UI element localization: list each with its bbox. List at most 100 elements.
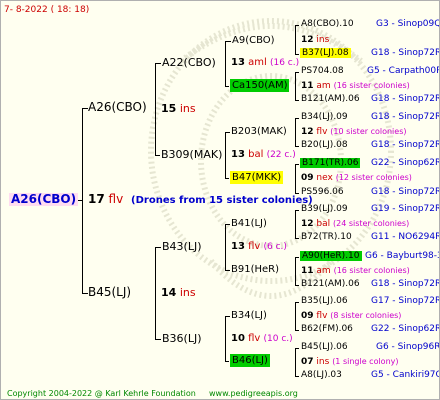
connector [295, 25, 296, 54]
gen4-note: (8 sister colonies) [330, 311, 402, 320]
connector [295, 25, 299, 26]
gen4-name: B171(TR).06 [300, 158, 361, 168]
gen3-name[interactable]: B91(HeR) [231, 263, 279, 276]
gen3-name[interactable]: B34(LJ) [231, 309, 267, 322]
gen3-note: (22 c.) [266, 150, 296, 160]
gen4-abbr: ins [316, 357, 330, 367]
connector [295, 100, 299, 101]
connector [295, 164, 299, 165]
gen4-line-link[interactable]: G3 - Sinop09Q [376, 18, 439, 31]
gen4-count: 12 [301, 35, 314, 45]
gen4-line-link[interactable]: G18 - Sinop72R [371, 139, 439, 152]
sire-name[interactable]: B45(LJ) [88, 286, 131, 299]
gen4-queen-row[interactable]: PS704.08 [301, 65, 344, 78]
connector [225, 41, 231, 42]
gen4-name: B39(LJ).09 [301, 204, 348, 214]
gen4-queen-row[interactable]: B39(LJ).09 [301, 203, 348, 216]
gen4-line-link[interactable]: G18 - Sinop72R [371, 93, 439, 106]
connector [295, 348, 299, 349]
gen4-name: PS596.06 [301, 187, 344, 197]
gen4-line-link[interactable]: G22 - Sinop62R [371, 157, 439, 170]
gen3-count: 10 [231, 333, 245, 344]
gen4-queen-row[interactable]: PS596.06 [301, 186, 344, 199]
connector [295, 348, 296, 376]
gen3-name[interactable]: B203(MAK) [231, 125, 287, 138]
gen4-drone-info: 11 am (16 sister colonies) [301, 264, 410, 278]
gen4-queen-row[interactable]: B45(LJ).06 [301, 341, 348, 354]
gen4-queen-row[interactable]: B34(LJ).09 [301, 111, 348, 124]
gen4-count: 09 [301, 173, 314, 183]
gen3-note: (6 c.) [263, 242, 287, 252]
gen4-line-link[interactable]: G18 - Sinop72R [371, 278, 439, 291]
gen4-line-link[interactable]: G6 - Sinop96R [376, 341, 439, 354]
connector [225, 41, 226, 86]
connector [295, 257, 296, 285]
gen3-name[interactable]: B46(LJ) [230, 354, 270, 367]
connector [295, 285, 299, 286]
gen3-name[interactable]: Ca150(AM) [230, 79, 290, 92]
connector [155, 247, 161, 248]
gen4-line-link[interactable]: G6 - Bayburt98-3 [365, 250, 439, 263]
gen4-line-link[interactable]: G11 - NO6294R [371, 231, 439, 244]
connector [225, 178, 229, 179]
gen4-queen-row[interactable]: B72(TR).10 [301, 231, 352, 244]
gen4-name: B35(LJ).06 [301, 296, 348, 306]
gen4-line-link[interactable]: G5 - Carpath00R [367, 65, 439, 78]
gen2-name[interactable]: B43(LJ) [162, 240, 202, 253]
gen3-name[interactable]: A9(CBO) [232, 34, 275, 47]
sire-abbr: ins [179, 286, 196, 299]
connector [295, 118, 299, 119]
gen4-drone-info: 09 flv (8 sister colonies) [301, 309, 401, 323]
gen4-name: B121(AM).06 [301, 94, 360, 104]
gen4-queen-row[interactable]: B121(AM).06 [301, 93, 360, 106]
connector [225, 316, 226, 361]
gen4-note: (10 sister colonies) [330, 127, 407, 136]
gen4-queen-row[interactable]: B62(FM).06 [301, 323, 353, 336]
gen4-drone-info: 12 ins [301, 33, 329, 47]
connector [82, 108, 83, 293]
gen4-line-link[interactable]: G18 - Sinop72R [371, 111, 439, 124]
gen4-name: B34(LJ).09 [301, 112, 348, 122]
gen4-queen-row[interactable]: A8(LJ).03 [301, 369, 342, 382]
dam-name[interactable]: A26(CBO) [88, 101, 147, 114]
gen4-line-link[interactable]: G18 - Sinop72R [371, 47, 439, 60]
gen4-queen-row[interactable]: A8(CBO).10 [301, 18, 354, 31]
gen4-count: 11 [301, 266, 314, 276]
gen4-line-link[interactable]: G17 - Sinop72R [371, 295, 439, 308]
gen4-name: A8(CBO).10 [301, 19, 354, 29]
gen4-count: 12 [301, 219, 314, 229]
gen2-name[interactable]: B36(LJ) [162, 332, 202, 345]
connector [295, 72, 296, 100]
website-link[interactable]: www.pedigreeapis.org [209, 387, 298, 399]
gen4-abbr: flv [316, 311, 328, 321]
gen4-line-link[interactable]: G19 - Sinop72R [371, 203, 439, 216]
gen3-abbr: aml [248, 57, 267, 68]
gen3-abbr: flv [248, 333, 261, 344]
sire-gen-count: 14 [161, 286, 177, 299]
gen4-name: B20(LJ).08 [301, 140, 348, 150]
gen4-name: B62(FM).06 [301, 324, 353, 334]
gen4-queen-row[interactable]: B121(AM).06 [301, 278, 360, 291]
gen4-line-link[interactable]: G22 - Sinop62R [371, 323, 439, 336]
gen4-line-link[interactable]: G5 - Cankiri97Q [371, 369, 439, 382]
gen2-name[interactable]: A22(CBO) [162, 56, 216, 69]
root-queen-name[interactable]: A26(CBO) [9, 193, 79, 206]
gen4-queen-row[interactable]: B171(TR).06 [300, 157, 361, 170]
gen4-line-link[interactable]: G18 - Sinop72R [371, 186, 439, 199]
connector [295, 330, 299, 331]
gen3-name[interactable]: B47(MKK) [230, 171, 284, 184]
gen4-queen-row[interactable]: B35(LJ).06 [301, 295, 348, 308]
connector [225, 132, 230, 133]
root-abbr: flv [108, 192, 124, 206]
connector [225, 132, 226, 178]
gen4-name: A90(HeR).10 [300, 251, 362, 261]
connector [295, 210, 296, 238]
gen3-drone-info: 13 bal (22 c.) [231, 148, 296, 162]
gen4-queen-row[interactable]: B37(LJ).08 [300, 47, 351, 60]
gen2-name[interactable]: B309(MAK) [161, 148, 222, 161]
gen4-name: B121(AM).06 [301, 279, 360, 289]
gen3-name[interactable]: B41(LJ) [231, 217, 267, 230]
connector [155, 247, 156, 339]
gen4-queen-row[interactable]: B20(LJ).08 [301, 139, 348, 152]
gen4-queen-row[interactable]: A90(HeR).10 [300, 250, 362, 263]
